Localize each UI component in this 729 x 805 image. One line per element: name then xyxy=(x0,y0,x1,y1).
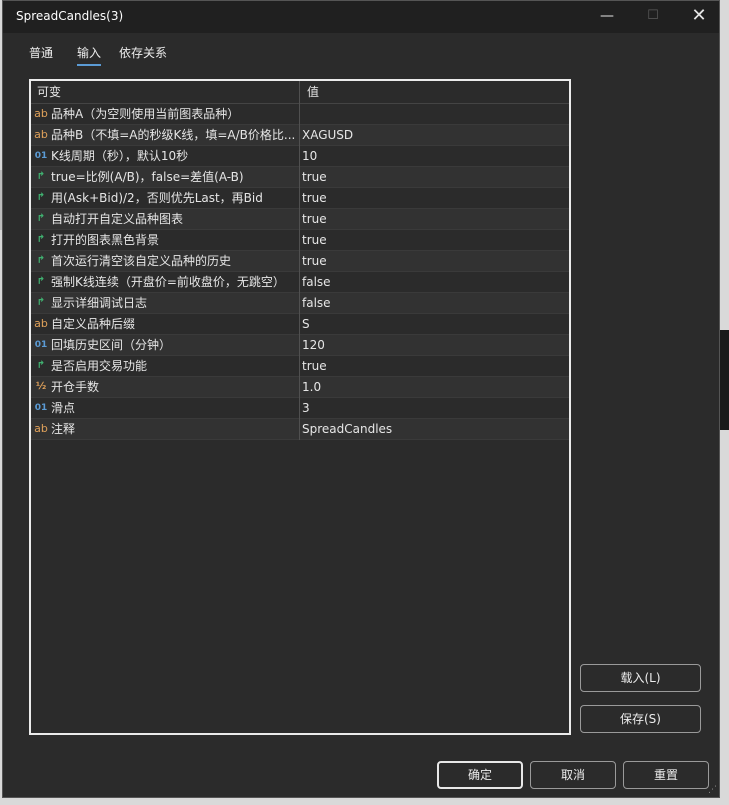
table-row[interactable]: ↱ 强制K线连续（开盘价=前收盘价，无跳空） false xyxy=(31,272,569,293)
row-label: 打开的图表黑色背景 xyxy=(51,233,160,247)
inputs-table[interactable]: 可变 值 ab 品种A（为空则使用当前图表品种） ab 品种B（不填=A的秒级K线，填… xyxy=(29,79,571,735)
table-row[interactable]: ↱ true=比例(A/B)，false=差值(A-B) true xyxy=(31,167,569,188)
title-bar: SpreadCandles(3) — ☐ ✕ xyxy=(3,1,719,33)
row-value[interactable]: S xyxy=(302,314,310,334)
table-row[interactable]: ↱ 首次运行清空该自定义品种的历史 true xyxy=(31,251,569,272)
tab-inputs[interactable]: 输入 xyxy=(77,44,102,66)
row-value[interactable]: XAGUSD xyxy=(302,125,353,145)
cancel-button[interactable]: 取消 xyxy=(530,761,616,789)
row-value[interactable]: true xyxy=(302,188,327,208)
row-label: 品种A（为空则使用当前图表品种） xyxy=(51,107,240,121)
bool-icon: ↱ xyxy=(36,192,46,203)
dialog-window: SpreadCandles(3) — ☐ ✕ 普通 输入 依存关系 可变 值 a… xyxy=(2,0,720,798)
column-header-value[interactable]: 值 xyxy=(307,81,319,103)
row-label: 显示详细调试日志 xyxy=(51,296,148,310)
bool-icon: ↱ xyxy=(36,255,46,266)
column-separator[interactable] xyxy=(299,81,300,440)
row-value[interactable]: SpreadCandles xyxy=(302,419,392,439)
table-row[interactable]: ½ 开仓手数 1.0 xyxy=(31,377,569,398)
row-value[interactable]: 120 xyxy=(302,335,325,355)
row-label: 回填历史区间（分钟） xyxy=(51,338,172,352)
ok-button[interactable]: 确定 xyxy=(437,761,523,789)
table-header: 可变 值 xyxy=(31,81,569,104)
table-row[interactable]: ↱ 是否启用交易功能 true xyxy=(31,356,569,377)
row-label: 开仓手数 xyxy=(51,380,100,394)
save-button[interactable]: 保存(S) xyxy=(580,705,701,733)
table-row[interactable]: ↱ 用(Ask+Bid)/2，否则优先Last，再Bid true xyxy=(31,188,569,209)
row-label: 滑点 xyxy=(51,401,76,415)
row-label: 品种B（不填=A的秒级K线，填=A/B价格比... xyxy=(51,128,295,142)
resize-grip-icon[interactable]: ⋰ xyxy=(708,785,717,795)
string-icon: ab xyxy=(34,422,48,435)
integer-icon: 01 xyxy=(34,340,48,350)
row-value[interactable]: 1.0 xyxy=(302,377,321,397)
row-label: 注释 xyxy=(51,422,76,436)
row-value[interactable]: 10 xyxy=(302,146,317,166)
column-header-variable[interactable]: 可变 xyxy=(37,81,61,103)
row-value[interactable]: 3 xyxy=(302,398,310,418)
row-label: K线周期（秒），默认10秒 xyxy=(51,149,189,163)
row-label: 自定义品种后缀 xyxy=(51,317,136,331)
row-value[interactable]: true xyxy=(302,251,327,271)
table-row[interactable]: ab 品种A（为空则使用当前图表品种） xyxy=(31,104,569,125)
table-row[interactable]: ↱ 打开的图表黑色背景 true xyxy=(31,230,569,251)
row-label: 用(Ask+Bid)/2，否则优先Last，再Bid xyxy=(51,191,263,205)
window-title: SpreadCandles(3) xyxy=(16,9,124,23)
row-value[interactable]: true xyxy=(302,209,327,229)
row-label: 是否启用交易功能 xyxy=(51,359,148,373)
row-value[interactable]: true xyxy=(302,167,327,187)
maximize-button[interactable]: ☐ xyxy=(630,1,676,33)
table-row[interactable]: ab 注释 SpreadCandles xyxy=(31,419,569,440)
row-value[interactable]: true xyxy=(302,356,327,376)
table-row[interactable]: ↱ 显示详细调试日志 false xyxy=(31,293,569,314)
close-button[interactable]: ✕ xyxy=(676,1,722,33)
minimize-button[interactable]: — xyxy=(584,1,630,33)
string-icon: ab xyxy=(34,317,48,330)
bool-icon: ↱ xyxy=(36,297,46,308)
bool-icon: ↱ xyxy=(36,234,46,245)
row-label: 强制K线连续（开盘价=前收盘价，无跳空） xyxy=(51,275,285,289)
bool-icon: ↱ xyxy=(36,276,46,287)
table-row[interactable]: ab 自定义品种后缀 S xyxy=(31,314,569,335)
table-row[interactable]: 01 K线周期（秒），默认10秒 10 xyxy=(31,146,569,167)
tab-dependencies[interactable]: 依存关系 xyxy=(119,44,167,61)
row-value[interactable]: true xyxy=(302,230,327,250)
bool-icon: ↱ xyxy=(36,171,46,182)
row-label: true=比例(A/B)，false=差值(A-B) xyxy=(51,170,244,184)
background-edge-right xyxy=(720,330,729,430)
row-value[interactable]: false xyxy=(302,272,331,292)
table-row[interactable]: 01 滑点 3 xyxy=(31,398,569,419)
table-row[interactable]: ↱ 自动打开自定义品种图表 true xyxy=(31,209,569,230)
row-value[interactable]: false xyxy=(302,293,331,313)
string-icon: ab xyxy=(34,128,48,141)
integer-icon: 01 xyxy=(34,403,48,413)
double-icon: ½ xyxy=(35,381,47,392)
table-row[interactable]: ab 品种B（不填=A的秒级K线，填=A/B价格比... XAGUSD xyxy=(31,125,569,146)
bool-icon: ↱ xyxy=(36,360,46,371)
table-row[interactable]: 01 回填历史区间（分钟） 120 xyxy=(31,335,569,356)
reset-button[interactable]: 重置 xyxy=(623,761,709,789)
tab-common[interactable]: 普通 xyxy=(29,44,53,61)
load-button[interactable]: 载入(L) xyxy=(580,664,701,692)
bool-icon: ↱ xyxy=(36,213,46,224)
string-icon: ab xyxy=(34,107,48,120)
integer-icon: 01 xyxy=(34,151,48,161)
row-label: 首次运行清空该自定义品种的历史 xyxy=(51,254,232,268)
row-label: 自动打开自定义品种图表 xyxy=(51,212,184,226)
